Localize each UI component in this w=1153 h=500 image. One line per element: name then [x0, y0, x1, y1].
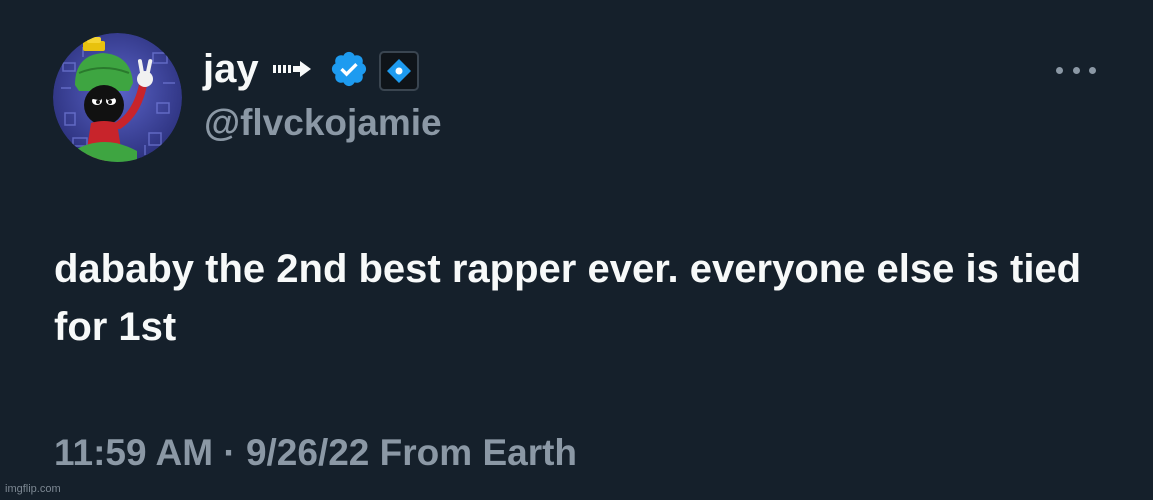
author-handle[interactable]: @flvckojamie	[204, 104, 442, 141]
more-dot	[1072, 66, 1080, 74]
tweet-time[interactable]: 11:59 AM	[54, 432, 213, 473]
tweet-date[interactable]: 9/26/22	[246, 432, 369, 473]
avatar[interactable]	[53, 33, 182, 162]
tweet-text: dababy the 2nd best rapper ever. everyon…	[54, 247, 1082, 349]
affiliate-badge-icon[interactable]	[378, 51, 419, 91]
more-options-icon[interactable]	[1056, 60, 1096, 80]
more-dot	[1056, 66, 1063, 74]
marvin-martian-avatar-icon	[53, 33, 182, 162]
author-name-row: jay	[203, 46, 419, 96]
verified-badge-icon[interactable]	[329, 49, 369, 94]
more-dot	[1089, 66, 1096, 74]
arrow-right-icon	[272, 59, 313, 84]
tweet-source: From Earth	[379, 432, 578, 473]
watermark: imgflip.com	[5, 483, 61, 495]
tweet-meta: 11:59 AM · 9/26/22 From Earth	[54, 434, 577, 471]
meta-separator: ·	[223, 432, 236, 473]
display-name[interactable]: jay	[203, 49, 259, 89]
